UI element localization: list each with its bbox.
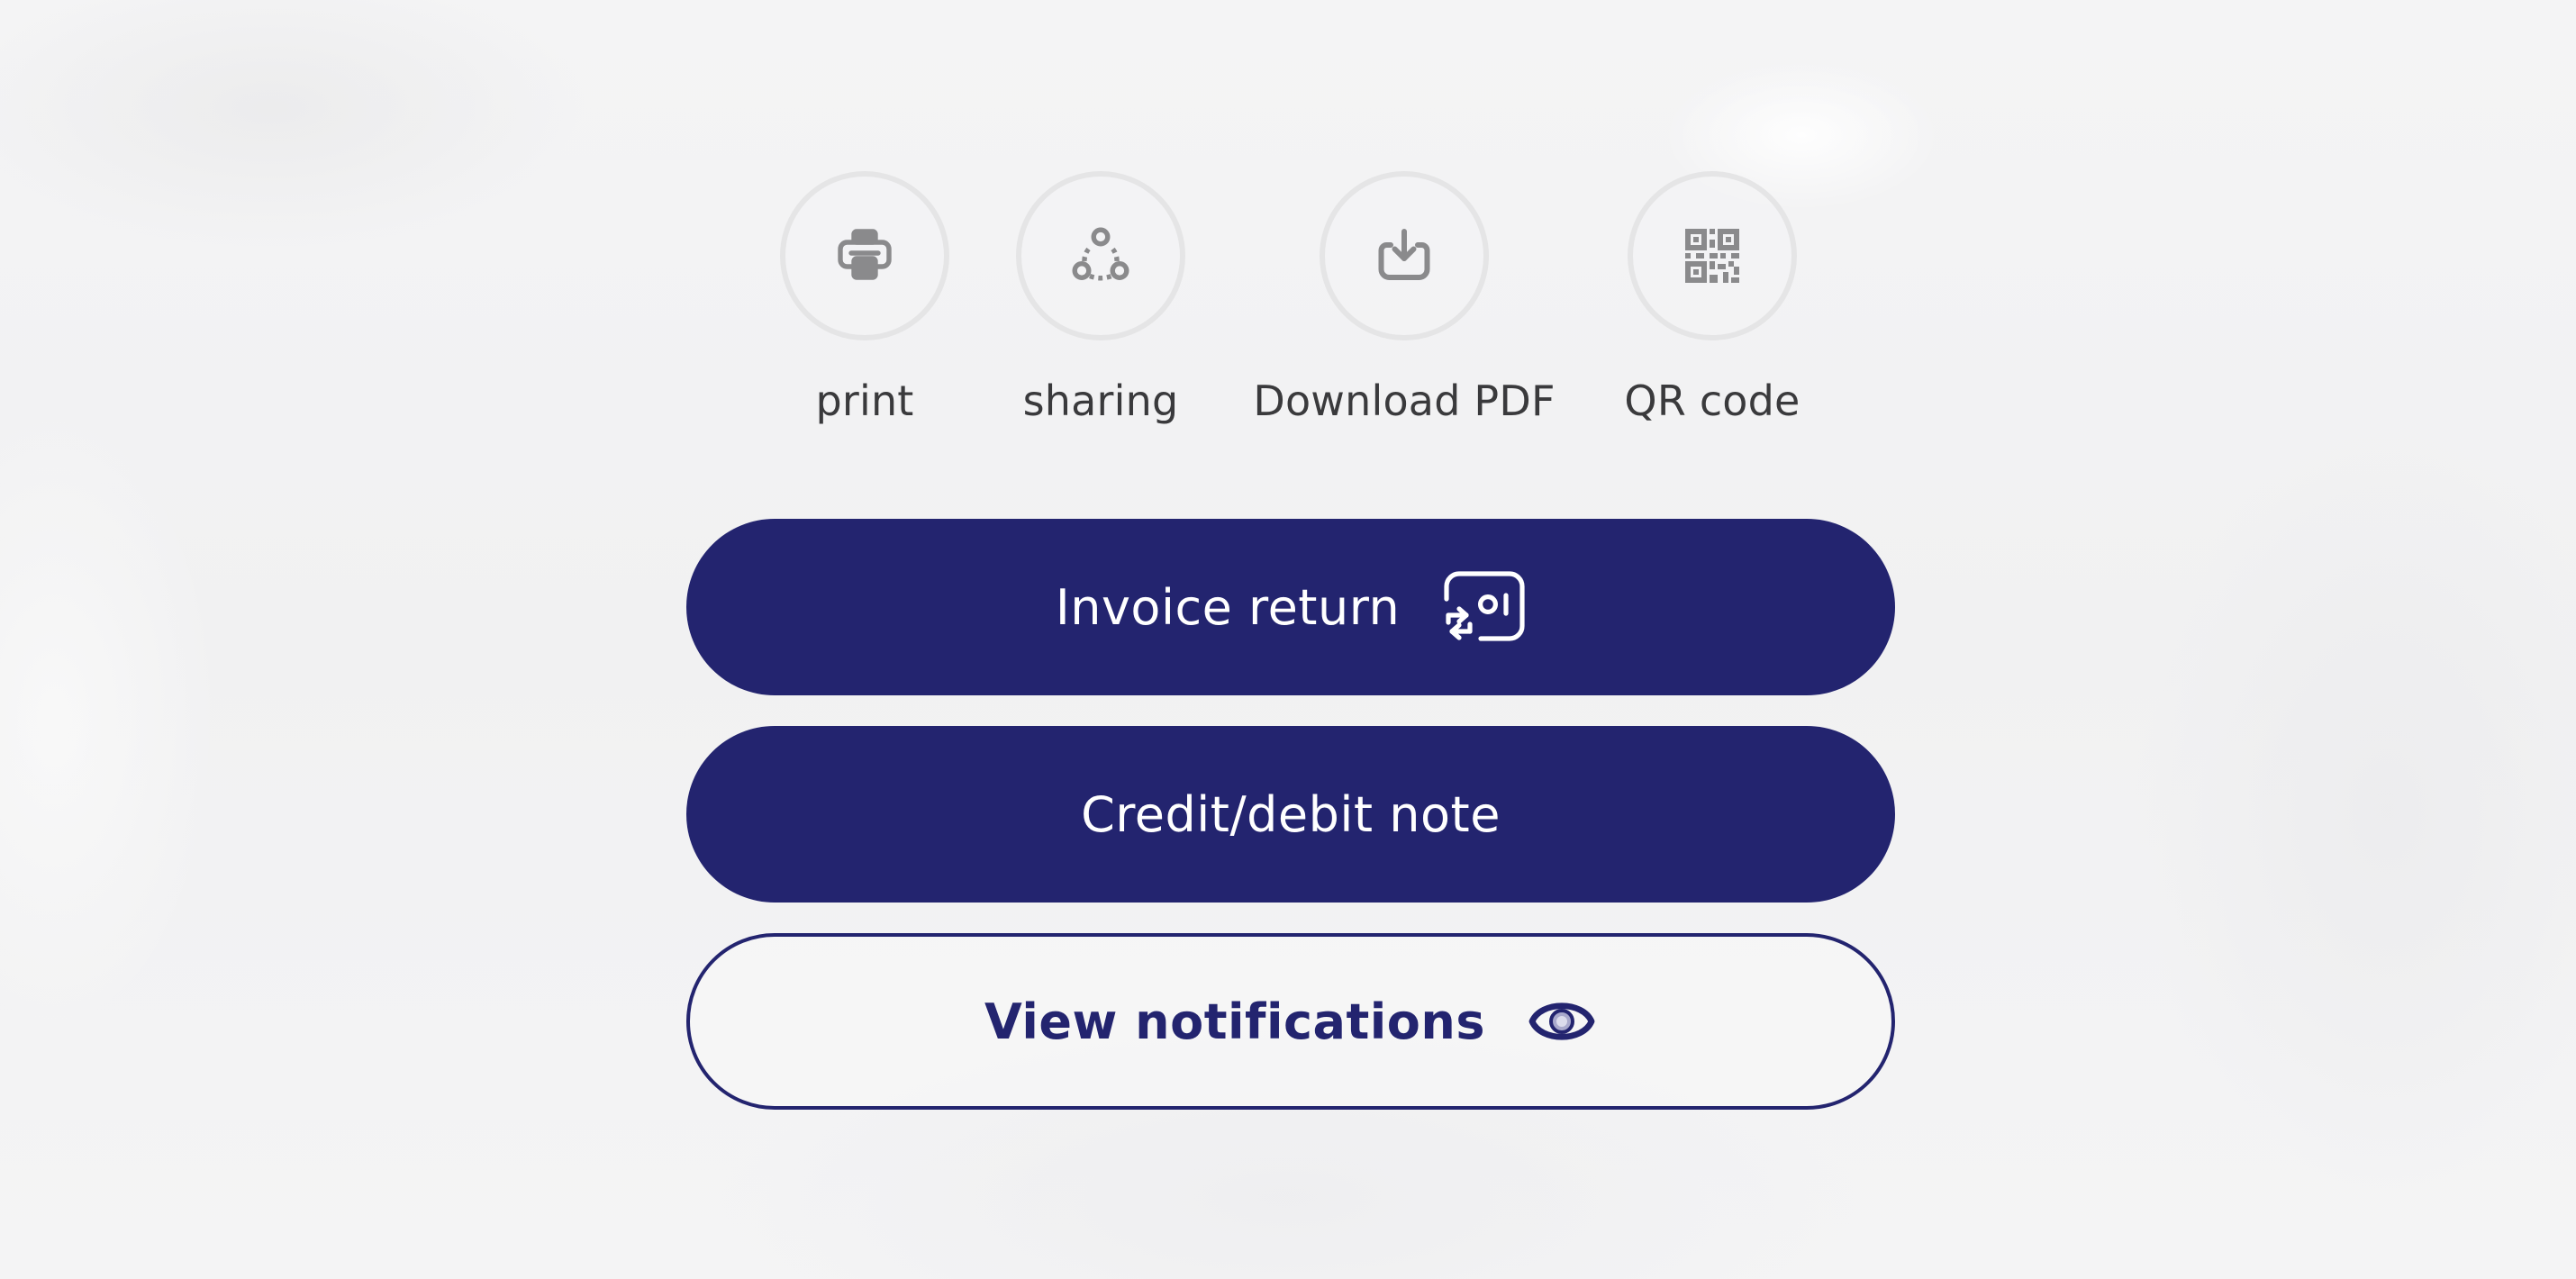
sharing-button[interactable] [1016,171,1185,340]
print-label: print [815,376,914,425]
download-pdf-action[interactable]: Download PDF [1251,171,1557,425]
sharing-action[interactable]: sharing [948,171,1254,425]
credit-debit-note-button[interactable]: Credit/debit note [686,726,1895,903]
view-notifications-label: View notifications [984,993,1485,1050]
qr-code-label: QR code [1624,376,1800,425]
eye-icon [1527,992,1597,1051]
invoice-return-label: Invoice return [1055,578,1401,636]
qr-code-action[interactable]: QR code [1559,171,1865,425]
print-button[interactable] [780,171,949,340]
view-notifications-button[interactable]: View notifications [686,933,1895,1110]
printer-icon [838,229,892,280]
sharing-label: sharing [1022,376,1179,425]
credit-debit-note-label: Credit/debit note [1081,785,1501,843]
download-pdf-label: Download PDF [1253,376,1556,425]
download-icon [1378,229,1430,280]
download-pdf-button[interactable] [1320,171,1489,340]
share-nodes-icon [1072,227,1129,281]
qr-code-icon [1685,229,1739,283]
invoice-return-button[interactable]: Invoice return [686,519,1895,695]
qr-code-button[interactable] [1628,171,1797,340]
return-receipt-icon [1441,570,1526,644]
